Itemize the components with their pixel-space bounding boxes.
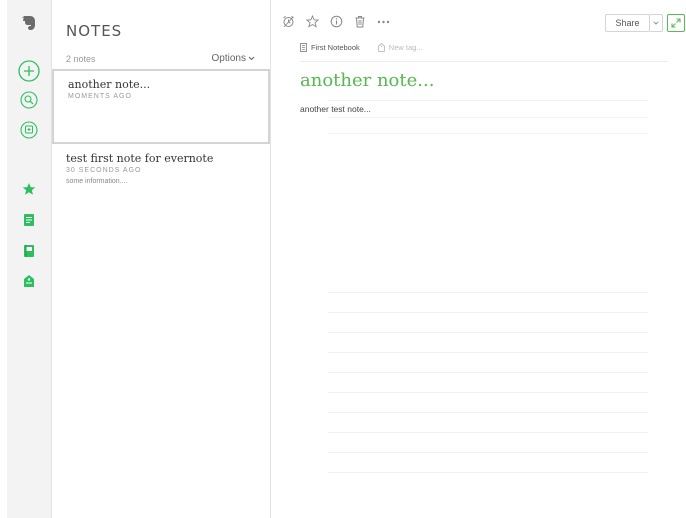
more-icon[interactable] — [377, 20, 390, 24]
notes-icon — [24, 214, 34, 226]
notes-list-panel: NOTES 2 notes Options another note... MO… — [52, 0, 271, 518]
chevron-down-icon — [248, 56, 255, 61]
expand-button[interactable] — [667, 14, 685, 32]
new-note-button[interactable] — [18, 60, 40, 82]
new-note-icon — [18, 60, 40, 82]
body-rule — [328, 100, 648, 101]
body-rule — [328, 372, 648, 373]
shortcuts-button[interactable] — [22, 182, 36, 196]
body-rule — [328, 352, 648, 353]
body-rule — [328, 332, 648, 333]
share-options-button[interactable] — [650, 14, 663, 32]
note-body[interactable]: another test note... — [300, 104, 371, 114]
body-rule — [328, 392, 648, 393]
note-title[interactable]: another note... — [300, 70, 434, 91]
info-icon[interactable] — [330, 15, 343, 28]
note-item-title: another note... — [68, 78, 151, 91]
tags-icon — [24, 275, 34, 287]
note-list-item[interactable]: another note... MOMENTS AGO — [52, 69, 270, 144]
notebooks-button[interactable] — [23, 244, 35, 258]
note-item-timestamp: MOMENTS AGO — [68, 93, 132, 100]
favorite-star-icon[interactable] — [306, 15, 319, 28]
chevron-down-icon — [653, 21, 659, 25]
body-rule — [328, 292, 648, 293]
search-button[interactable] — [20, 91, 38, 109]
options-dropdown[interactable]: Options — [212, 53, 255, 64]
note-editor: Share First Notebook New tag... another … — [272, 0, 686, 518]
expand-icon — [671, 18, 681, 28]
notebook-name: First Notebook — [311, 43, 360, 52]
work-chat-icon — [20, 121, 38, 139]
trash-icon[interactable] — [354, 15, 366, 28]
tag-input[interactable]: New tag... — [377, 43, 423, 52]
notes-list-title: NOTES — [66, 22, 123, 40]
notes-count: 2 notes — [66, 54, 96, 64]
reminder-alarm-icon[interactable] — [282, 15, 295, 28]
work-chat-button[interactable] — [20, 121, 38, 139]
options-label: Options — [211, 53, 246, 64]
note-item-title: test first note for evernote — [66, 152, 214, 165]
notebook-icon — [300, 43, 307, 52]
body-rule — [328, 117, 648, 118]
notebooks-icon — [24, 245, 34, 257]
body-rule — [328, 432, 648, 433]
body-rule — [328, 312, 648, 313]
tag-icon — [377, 43, 385, 52]
note-list-item[interactable]: test first note for evernote 30 SECONDS … — [52, 145, 270, 205]
body-rule — [328, 472, 648, 473]
editor-toolbar — [282, 15, 390, 28]
tag-placeholder: New tag... — [388, 43, 423, 52]
body-rule — [328, 452, 648, 453]
notes-button[interactable] — [23, 213, 35, 227]
note-meta-row: First Notebook New tag... — [300, 43, 423, 52]
note-item-timestamp: 30 SECONDS AGO — [66, 167, 142, 174]
body-rule — [328, 133, 648, 134]
left-rail — [7, 0, 52, 518]
elephant-logo-icon[interactable] — [21, 14, 37, 32]
note-item-snippet: some information.... — [66, 178, 128, 185]
body-rule — [328, 412, 648, 413]
share-button[interactable]: Share — [605, 14, 650, 32]
shortcuts-star-icon — [22, 183, 36, 195]
notebook-selector[interactable]: First Notebook — [300, 43, 360, 52]
tags-button[interactable] — [23, 274, 36, 288]
meta-divider — [300, 61, 668, 62]
search-icon — [20, 91, 38, 109]
